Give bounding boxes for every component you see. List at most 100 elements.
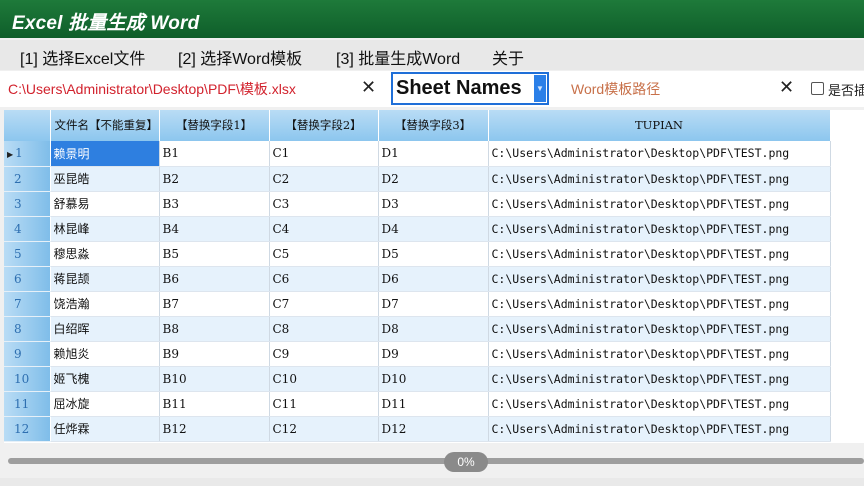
- grid-cell[interactable]: C9: [269, 341, 379, 367]
- table-row[interactable]: 12 任烨霖 B12 C12 D12 C:\Users\Administrator\Des…: [4, 416, 831, 442]
- row-number[interactable]: 11: [4, 391, 51, 417]
- column-header[interactable]: 文件名【不能重复】: [50, 110, 160, 141]
- table-row[interactable]: 7 饶浩瀚 B7 C7 D7 C:\Users\Administrator\Desktop…: [4, 291, 831, 317]
- grid-cell[interactable]: B6: [159, 266, 270, 292]
- row-number[interactable]: 9: [4, 341, 51, 367]
- column-header[interactable]: 【替换字段2】: [269, 110, 379, 141]
- grid-cell[interactable]: B8: [159, 316, 270, 342]
- grid-cell[interactable]: C1: [269, 141, 379, 167]
- table-row[interactable]: 11 屈冰旋 B11 C11 D11 C:\Users\Administrator\Des…: [4, 391, 831, 417]
- grid-cell[interactable]: C:\Users\Administrator\Desktop\PDF\TEST.…: [488, 316, 831, 342]
- grid-cell[interactable]: 饶浩瀚: [50, 291, 160, 317]
- row-number[interactable]: 12: [4, 416, 51, 442]
- menu-about[interactable]: 关于: [492, 45, 524, 69]
- grid-cell[interactable]: D5: [378, 241, 489, 267]
- clear-excel-path-icon[interactable]: ✕: [361, 77, 376, 98]
- menu-batch-generate[interactable]: [3] 批量生成Word: [336, 45, 460, 69]
- grid-cell[interactable]: D12: [378, 416, 489, 442]
- row-number[interactable]: 5: [4, 241, 51, 267]
- grid-cell[interactable]: D3: [378, 191, 489, 217]
- table-row[interactable]: 5 穆思淼 B5 C5 D5 C:\Users\Administrator\Desktop…: [4, 241, 831, 267]
- clear-word-path-icon[interactable]: ✕: [779, 77, 794, 98]
- grid-cell[interactable]: D2: [378, 166, 489, 192]
- table-row[interactable]: 6 蒋昆颉 B6 C6 D6 C:\Users\Administrator\Desktop…: [4, 266, 831, 292]
- grid-cell[interactable]: C8: [269, 316, 379, 342]
- row-number[interactable]: ▶ 1: [4, 141, 51, 167]
- table-row[interactable]: 9 赖旭炎 B9 C9 D9 C:\Users\Administrator\Desktop…: [4, 341, 831, 367]
- grid-cell[interactable]: B9: [159, 341, 270, 367]
- grid-cell[interactable]: C4: [269, 216, 379, 242]
- row-number[interactable]: 6: [4, 266, 51, 292]
- data-grid[interactable]: 文件名【不能重复】 【替换字段1】 【替换字段2】 【替换字段3】 TUPIAN…: [4, 110, 864, 443]
- grid-cell[interactable]: 舒慕易: [50, 191, 160, 217]
- grid-cell[interactable]: D11: [378, 391, 489, 417]
- grid-cell[interactable]: C:\Users\Administrator\Desktop\PDF\TEST.…: [488, 341, 831, 367]
- grid-cell[interactable]: B3: [159, 191, 270, 217]
- row-number[interactable]: 10: [4, 366, 51, 392]
- column-header[interactable]: 【替换字段1】: [159, 110, 270, 141]
- grid-cell[interactable]: C:\Users\Administrator\Desktop\PDF\TEST.…: [488, 191, 831, 217]
- row-number[interactable]: 3: [4, 191, 51, 217]
- table-row[interactable]: 8 白绍晖 B8 C8 D8 C:\Users\Administrator\Desktop…: [4, 316, 831, 342]
- table-row[interactable]: 10 姬飞槐 B10 C10 D10 C:\Users\Administrator\Des…: [4, 366, 831, 392]
- grid-cell[interactable]: 赖旭炎: [50, 341, 160, 367]
- grid-cell[interactable]: D10: [378, 366, 489, 392]
- table-row[interactable]: 2 巫昆皓 B2 C2 D2 C:\Users\Administrator\Desktop…: [4, 166, 831, 192]
- row-number[interactable]: 7: [4, 291, 51, 317]
- grid-cell[interactable]: C3: [269, 191, 379, 217]
- grid-cell[interactable]: C:\Users\Administrator\Desktop\PDF\TEST.…: [488, 291, 831, 317]
- grid-cell[interactable]: C:\Users\Administrator\Desktop\PDF\TEST.…: [488, 166, 831, 192]
- grid-cell[interactable]: C2: [269, 166, 379, 192]
- sheet-name-select[interactable]: Sheet Names ▼: [391, 72, 549, 105]
- grid-cell[interactable]: C7: [269, 291, 379, 317]
- grid-cell[interactable]: D7: [378, 291, 489, 317]
- grid-cell[interactable]: C11: [269, 391, 379, 417]
- row-number[interactable]: 8: [4, 316, 51, 342]
- word-template-path-field[interactable]: Word模板路径: [571, 79, 660, 99]
- grid-cell[interactable]: C:\Users\Administrator\Desktop\PDF\TEST.…: [488, 366, 831, 392]
- row-number[interactable]: 2: [4, 166, 51, 192]
- grid-cell[interactable]: C:\Users\Administrator\Desktop\PDF\TEST.…: [488, 266, 831, 292]
- grid-cell[interactable]: C5: [269, 241, 379, 267]
- grid-cell[interactable]: 巫昆皓: [50, 166, 160, 192]
- dropdown-arrow-icon[interactable]: ▼: [534, 75, 546, 102]
- grid-cell[interactable]: 蒋昆颉: [50, 266, 160, 292]
- grid-cell[interactable]: 任烨霖: [50, 416, 160, 442]
- grid-cell[interactable]: C:\Users\Administrator\Desktop\PDF\TEST.…: [488, 391, 831, 417]
- table-row[interactable]: 3 舒慕易 B3 C3 D3 C:\Users\Administrator\Desktop…: [4, 191, 831, 217]
- grid-cell[interactable]: D8: [378, 316, 489, 342]
- insert-option-checkbox[interactable]: [811, 82, 824, 95]
- grid-cell[interactable]: C10: [269, 366, 379, 392]
- grid-cell[interactable]: D6: [378, 266, 489, 292]
- grid-cell[interactable]: 姬飞槐: [50, 366, 160, 392]
- grid-cell[interactable]: B7: [159, 291, 270, 317]
- column-header[interactable]: TUPIAN: [488, 110, 831, 141]
- table-row[interactable]: ▶ 1 赖景明 B1 C1 D1 C:\Users\Administrator\Deskto…: [4, 141, 831, 167]
- grid-cell[interactable]: B10: [159, 366, 270, 392]
- grid-cell[interactable]: C12: [269, 416, 379, 442]
- grid-cell[interactable]: 赖景明: [50, 141, 160, 167]
- grid-cell[interactable]: B5: [159, 241, 270, 267]
- grid-cell[interactable]: 林昆峰: [50, 216, 160, 242]
- grid-cell[interactable]: 白绍晖: [50, 316, 160, 342]
- grid-cell[interactable]: 屈冰旋: [50, 391, 160, 417]
- grid-cell[interactable]: C:\Users\Administrator\Desktop\PDF\TEST.…: [488, 241, 831, 267]
- grid-cell[interactable]: C:\Users\Administrator\Desktop\PDF\TEST.…: [488, 141, 831, 167]
- grid-cell[interactable]: B12: [159, 416, 270, 442]
- column-header[interactable]: 【替换字段3】: [378, 110, 489, 141]
- grid-cell[interactable]: D1: [378, 141, 489, 167]
- grid-cell[interactable]: C6: [269, 266, 379, 292]
- grid-cell[interactable]: D4: [378, 216, 489, 242]
- grid-cell[interactable]: B2: [159, 166, 270, 192]
- grid-cell[interactable]: B11: [159, 391, 270, 417]
- table-row[interactable]: 4 林昆峰 B4 C4 D4 C:\Users\Administrator\Desktop…: [4, 216, 831, 242]
- grid-cell[interactable]: B4: [159, 216, 270, 242]
- grid-cell[interactable]: B1: [159, 141, 270, 167]
- grid-cell[interactable]: C:\Users\Administrator\Desktop\PDF\TEST.…: [488, 216, 831, 242]
- row-number[interactable]: 4: [4, 216, 51, 242]
- grid-cell[interactable]: D9: [378, 341, 489, 367]
- grid-cell[interactable]: C:\Users\Administrator\Desktop\PDF\TEST.…: [488, 416, 831, 442]
- excel-path-field[interactable]: C:\Users\Administrator\Desktop\PDF\模板.xl…: [8, 79, 353, 101]
- menu-select-word-template[interactable]: [2] 选择Word模板: [178, 45, 302, 69]
- grid-cell[interactable]: 穆思淼: [50, 241, 160, 267]
